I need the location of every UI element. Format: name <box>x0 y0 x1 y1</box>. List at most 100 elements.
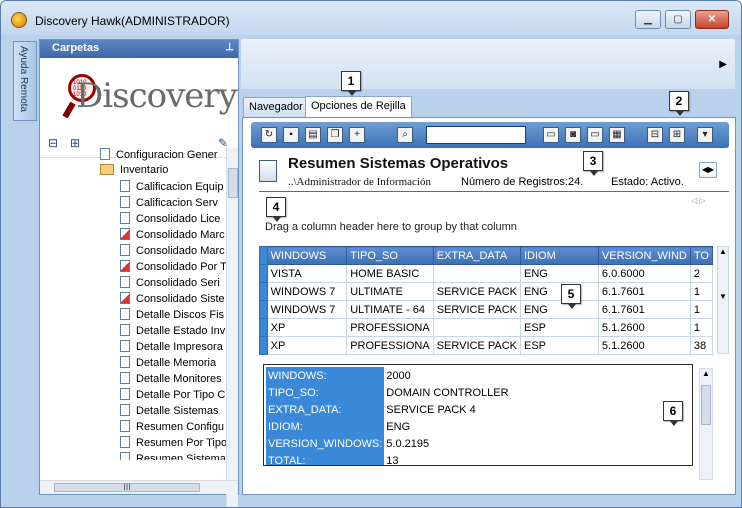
tree-item[interactable]: Detalle Monitores <box>40 372 228 388</box>
table-cell[interactable]: 38 <box>689 336 714 355</box>
row-indicator[interactable] <box>259 264 268 283</box>
grid-vertical-scrollbar[interactable]: ▲ ▼ <box>717 246 729 354</box>
refresh-icon[interactable]: ↻ <box>261 127 277 143</box>
table-cell[interactable]: ESP <box>519 336 599 355</box>
search-input[interactable] <box>426 126 526 144</box>
remote-help-tab[interactable]: Ayuda Remota <box>13 41 37 121</box>
tree-item[interactable]: Calificacion Serv <box>40 196 228 212</box>
table-cell[interactable] <box>432 318 521 337</box>
column-header[interactable]: VERSION_WIND <box>597 246 691 265</box>
column-header[interactable]: WINDOWS <box>266 246 348 265</box>
detail-vertical-scrollbar[interactable]: ▲ <box>699 368 713 480</box>
table-cell[interactable]: PROFESSIONA <box>346 336 434 355</box>
tree-item[interactable]: Resumen Por Tipo <box>40 436 228 452</box>
tree-item-label: Resumen Sistema <box>136 453 226 460</box>
column-header[interactable]: EXTRA_DATA <box>432 246 521 265</box>
table-cell[interactable]: XP <box>266 336 348 355</box>
table-cell[interactable]: VISTA <box>266 264 348 283</box>
column-chooser-icon[interactable]: ▾ <box>697 127 713 143</box>
preview-icon[interactable]: ◙ <box>565 127 581 143</box>
table-cell[interactable]: 1 <box>689 300 714 319</box>
tree-item[interactable]: Consolidado Por T <box>40 260 228 276</box>
pin-icon[interactable]: ⊥ <box>225 42 234 53</box>
scroll-right-icon[interactable]: ▶ <box>719 59 727 70</box>
table-cell[interactable]: SERVICE PACK <box>432 300 521 319</box>
row-indicator[interactable] <box>259 300 268 319</box>
save-icon[interactable]: ▪ <box>283 127 299 143</box>
table-cell[interactable]: ULTIMATE <box>346 282 434 301</box>
table-cell[interactable]: SERVICE PACK <box>432 282 521 301</box>
tree-item[interactable]: Detalle Impresora <box>40 340 228 356</box>
find-icon[interactable]: ⌕ <box>397 127 413 143</box>
tree-vertical-scrollbar[interactable] <box>226 148 238 507</box>
tree-item[interactable]: Consolidado Seri <box>40 276 228 292</box>
copy-icon[interactable]: ❐ <box>327 127 343 143</box>
tree-scroll-thumb[interactable] <box>228 168 238 198</box>
row-indicator[interactable] <box>259 318 268 337</box>
tree-item[interactable]: Detalle Por Tipo C <box>40 388 228 404</box>
expand-groups-icon[interactable]: ⊞ <box>669 127 685 143</box>
table-cell[interactable]: 1 <box>689 282 714 301</box>
table-row[interactable]: WINDOWS 7 ULTIMATE - 64 SERVICE PACK ENG 6.1… <box>259 300 714 319</box>
detail-field-value: 2000 <box>386 369 411 382</box>
layout-top-icon[interactable]: ▭ <box>543 127 559 143</box>
grid-lines-icon[interactable]: ▦ <box>609 127 625 143</box>
table-row[interactable]: WINDOWS 7 ULTIMATE SERVICE PACK ENG 6.1.7601… <box>259 282 714 301</box>
tab-opciones-rejilla[interactable]: Opciones de Rejilla <box>305 96 412 117</box>
tree-hscroll-thumb[interactable]: III <box>54 483 200 492</box>
tree-item[interactable]: Detalle Sistemas <box>40 404 228 420</box>
tree-item[interactable]: Detalle Discos Fis <box>40 308 228 324</box>
tree-item[interactable]: Detalle Memoria <box>40 356 228 372</box>
table-row[interactable]: XP PROFESSIONA ESP 5.1.2600 1 <box>259 318 714 337</box>
table-cell[interactable]: ENG <box>519 300 599 319</box>
tree-horizontal-scrollbar[interactable]: III <box>40 480 238 494</box>
table-cell[interactable]: HOME BASIC <box>346 264 434 283</box>
table-cell[interactable]: ENG <box>519 282 599 301</box>
table-cell[interactable]: ULTIMATE - 64 <box>346 300 434 319</box>
tab-navegador[interactable]: Navegador <box>243 97 309 117</box>
table-cell[interactable]: SERVICE PACK <box>432 336 521 355</box>
close-button[interactable]: ✕ <box>695 10 729 29</box>
tree-item[interactable]: Inventario <box>40 164 228 180</box>
table-cell[interactable]: PROFESSIONA <box>346 318 434 337</box>
tree-item[interactable]: Configuracion Gener <box>40 148 228 164</box>
table-cell[interactable]: XP <box>266 318 348 337</box>
layout-bottom-icon[interactable]: ▭ <box>587 127 603 143</box>
tree-item[interactable]: Consolidado Marc <box>40 228 228 244</box>
table-row[interactable]: XP PROFESSIONA SERVICE PACK ESP 5.1.2600 38 <box>259 336 714 355</box>
tree-item[interactable]: Resumen Configu <box>40 420 228 436</box>
table-cell[interactable]: ENG <box>519 264 599 283</box>
collapse-groups-icon[interactable]: ⊟ <box>647 127 663 143</box>
tree-item[interactable]: Consolidado Marc <box>40 244 228 260</box>
add-icon[interactable]: + <box>349 127 365 143</box>
column-header[interactable]: TO <box>689 246 714 265</box>
export-icon[interactable]: ▤ <box>305 127 321 143</box>
table-cell[interactable]: 2 <box>689 264 714 283</box>
maximize-button[interactable]: ▢ <box>665 10 691 29</box>
table-cell[interactable]: WINDOWS 7 <box>266 282 348 301</box>
tree-item[interactable]: Resumen Sistema <box>40 452 228 460</box>
row-indicator[interactable] <box>259 282 268 301</box>
table-row[interactable]: VISTA HOME BASIC ENG 6.0.6000 2 <box>259 264 714 283</box>
table-cell[interactable]: 5.1.2600 <box>597 318 691 337</box>
column-header[interactable]: TIPO_SO <box>346 246 434 265</box>
tree-item-label: Detalle Por Tipo C <box>136 389 226 401</box>
table-cell[interactable]: 6.0.6000 <box>597 264 691 283</box>
table-cell[interactable] <box>432 264 521 283</box>
minimize-button[interactable]: ▁ <box>635 10 661 29</box>
table-cell[interactable]: 1 <box>689 318 714 337</box>
detail-field-name: TIPO_SO: <box>266 384 385 401</box>
column-header[interactable]: IDIOM <box>519 246 599 265</box>
table-cell[interactable]: 5.1.2600 <box>597 336 691 355</box>
detail-scroll-thumb[interactable] <box>701 385 711 425</box>
table-cell[interactable]: WINDOWS 7 <box>266 300 348 319</box>
table-cell[interactable]: ESP <box>519 318 599 337</box>
table-cell[interactable]: 6.1.7601 <box>597 300 691 319</box>
tree-item[interactable]: Consolidado Lice <box>40 212 228 228</box>
row-indicator[interactable] <box>259 336 268 355</box>
table-cell[interactable]: 6.1.7601 <box>597 282 691 301</box>
tree-item[interactable]: Detalle Estado Inv <box>40 324 228 340</box>
report-nav-button[interactable]: ◀▶ <box>699 162 717 178</box>
tree-item[interactable]: Consolidado Siste <box>40 292 228 308</box>
tree-item[interactable]: Calificacion Equip <box>40 180 228 196</box>
